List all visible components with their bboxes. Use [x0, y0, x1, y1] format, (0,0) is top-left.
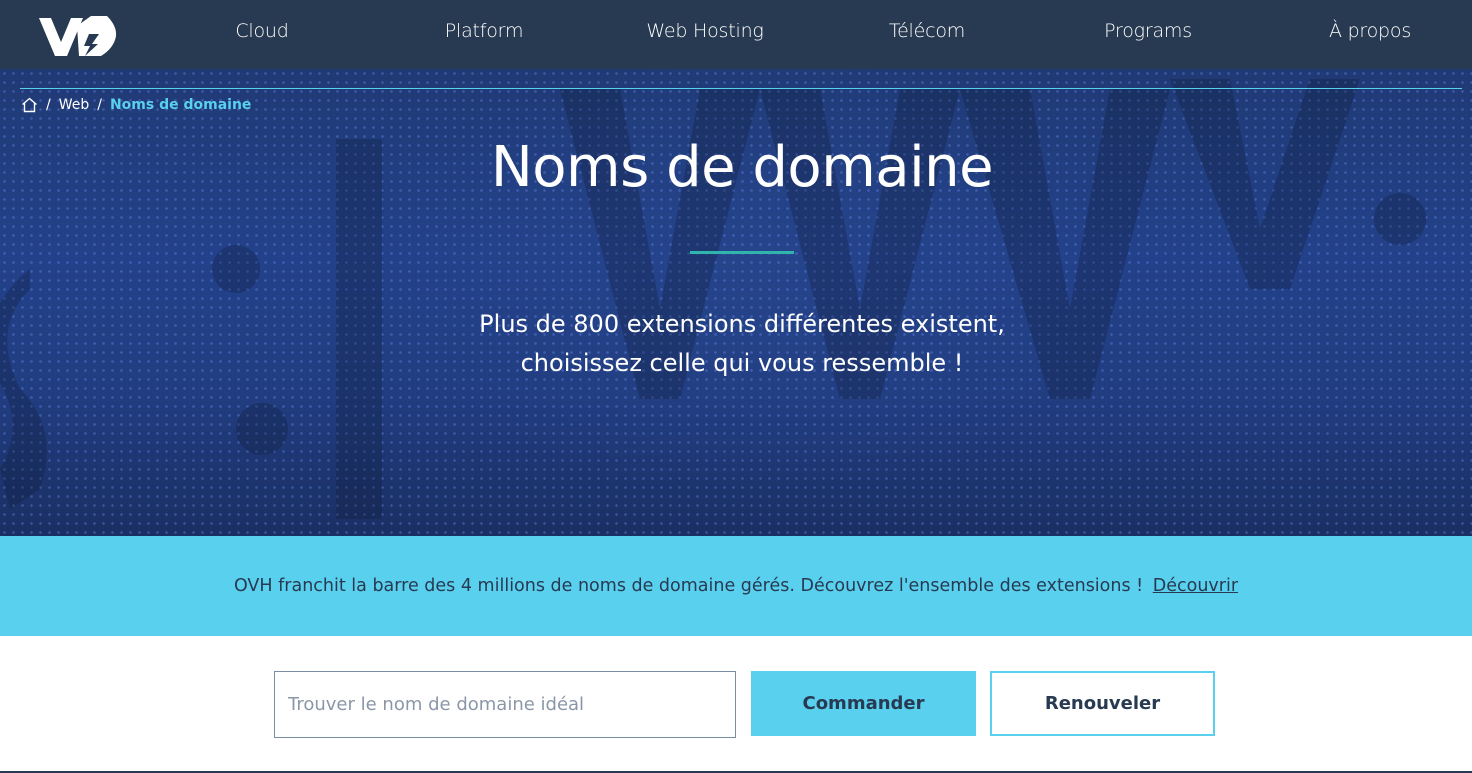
hero-section: / Web / Noms de domaine Noms de domaine … — [0, 69, 1472, 536]
home-icon[interactable] — [21, 97, 38, 113]
breadcrumb-item-current: Noms de domaine — [109, 97, 252, 113]
breadcrumb-separator: / — [97, 97, 102, 113]
order-button[interactable]: Commander — [751, 671, 976, 736]
top-navigation: Cloud Platform Web Hosting Télécom Progr… — [0, 0, 1472, 69]
ovh-logo[interactable] — [37, 12, 117, 58]
title-divider — [690, 251, 794, 254]
nav-item-programs[interactable]: Programs — [1098, 20, 1198, 46]
nav-item-platform[interactable]: Platform — [438, 20, 530, 46]
hero-top-divider — [20, 88, 1462, 89]
nav-item-web-hosting[interactable]: Web Hosting — [640, 20, 770, 46]
breadcrumb-item-web[interactable]: Web — [59, 97, 90, 113]
banner-message: OVH franchit la barre des 4 millions de … — [233, 576, 1144, 596]
banner-discover-link[interactable]: Découvrir — [1153, 576, 1238, 596]
hero-subtitle-line-1: Plus de 800 extensions différentes exist… — [479, 310, 1005, 338]
nav-item-cloud[interactable]: Cloud — [222, 20, 302, 46]
domain-search-input[interactable] — [274, 671, 736, 738]
nav-item-telecom[interactable]: Télécom — [880, 20, 974, 46]
page-title: Noms de domaine — [490, 135, 994, 200]
hero-subtitle-line-2: choisissez celle qui vous ressemble ! — [520, 349, 964, 377]
breadcrumb: / Web / Noms de domaine — [21, 96, 251, 114]
banner-text: OVH franchit la barre des 4 millions de … — [234, 576, 1238, 596]
renew-button[interactable]: Renouveler — [990, 671, 1215, 736]
nav-item-a-propos[interactable]: À propos — [1322, 20, 1418, 46]
breadcrumb-separator: / — [46, 97, 51, 113]
hero-subtitle: Plus de 800 extensions différentes exist… — [0, 305, 1472, 383]
info-banner: OVH franchit la barre des 4 millions de … — [0, 536, 1472, 636]
